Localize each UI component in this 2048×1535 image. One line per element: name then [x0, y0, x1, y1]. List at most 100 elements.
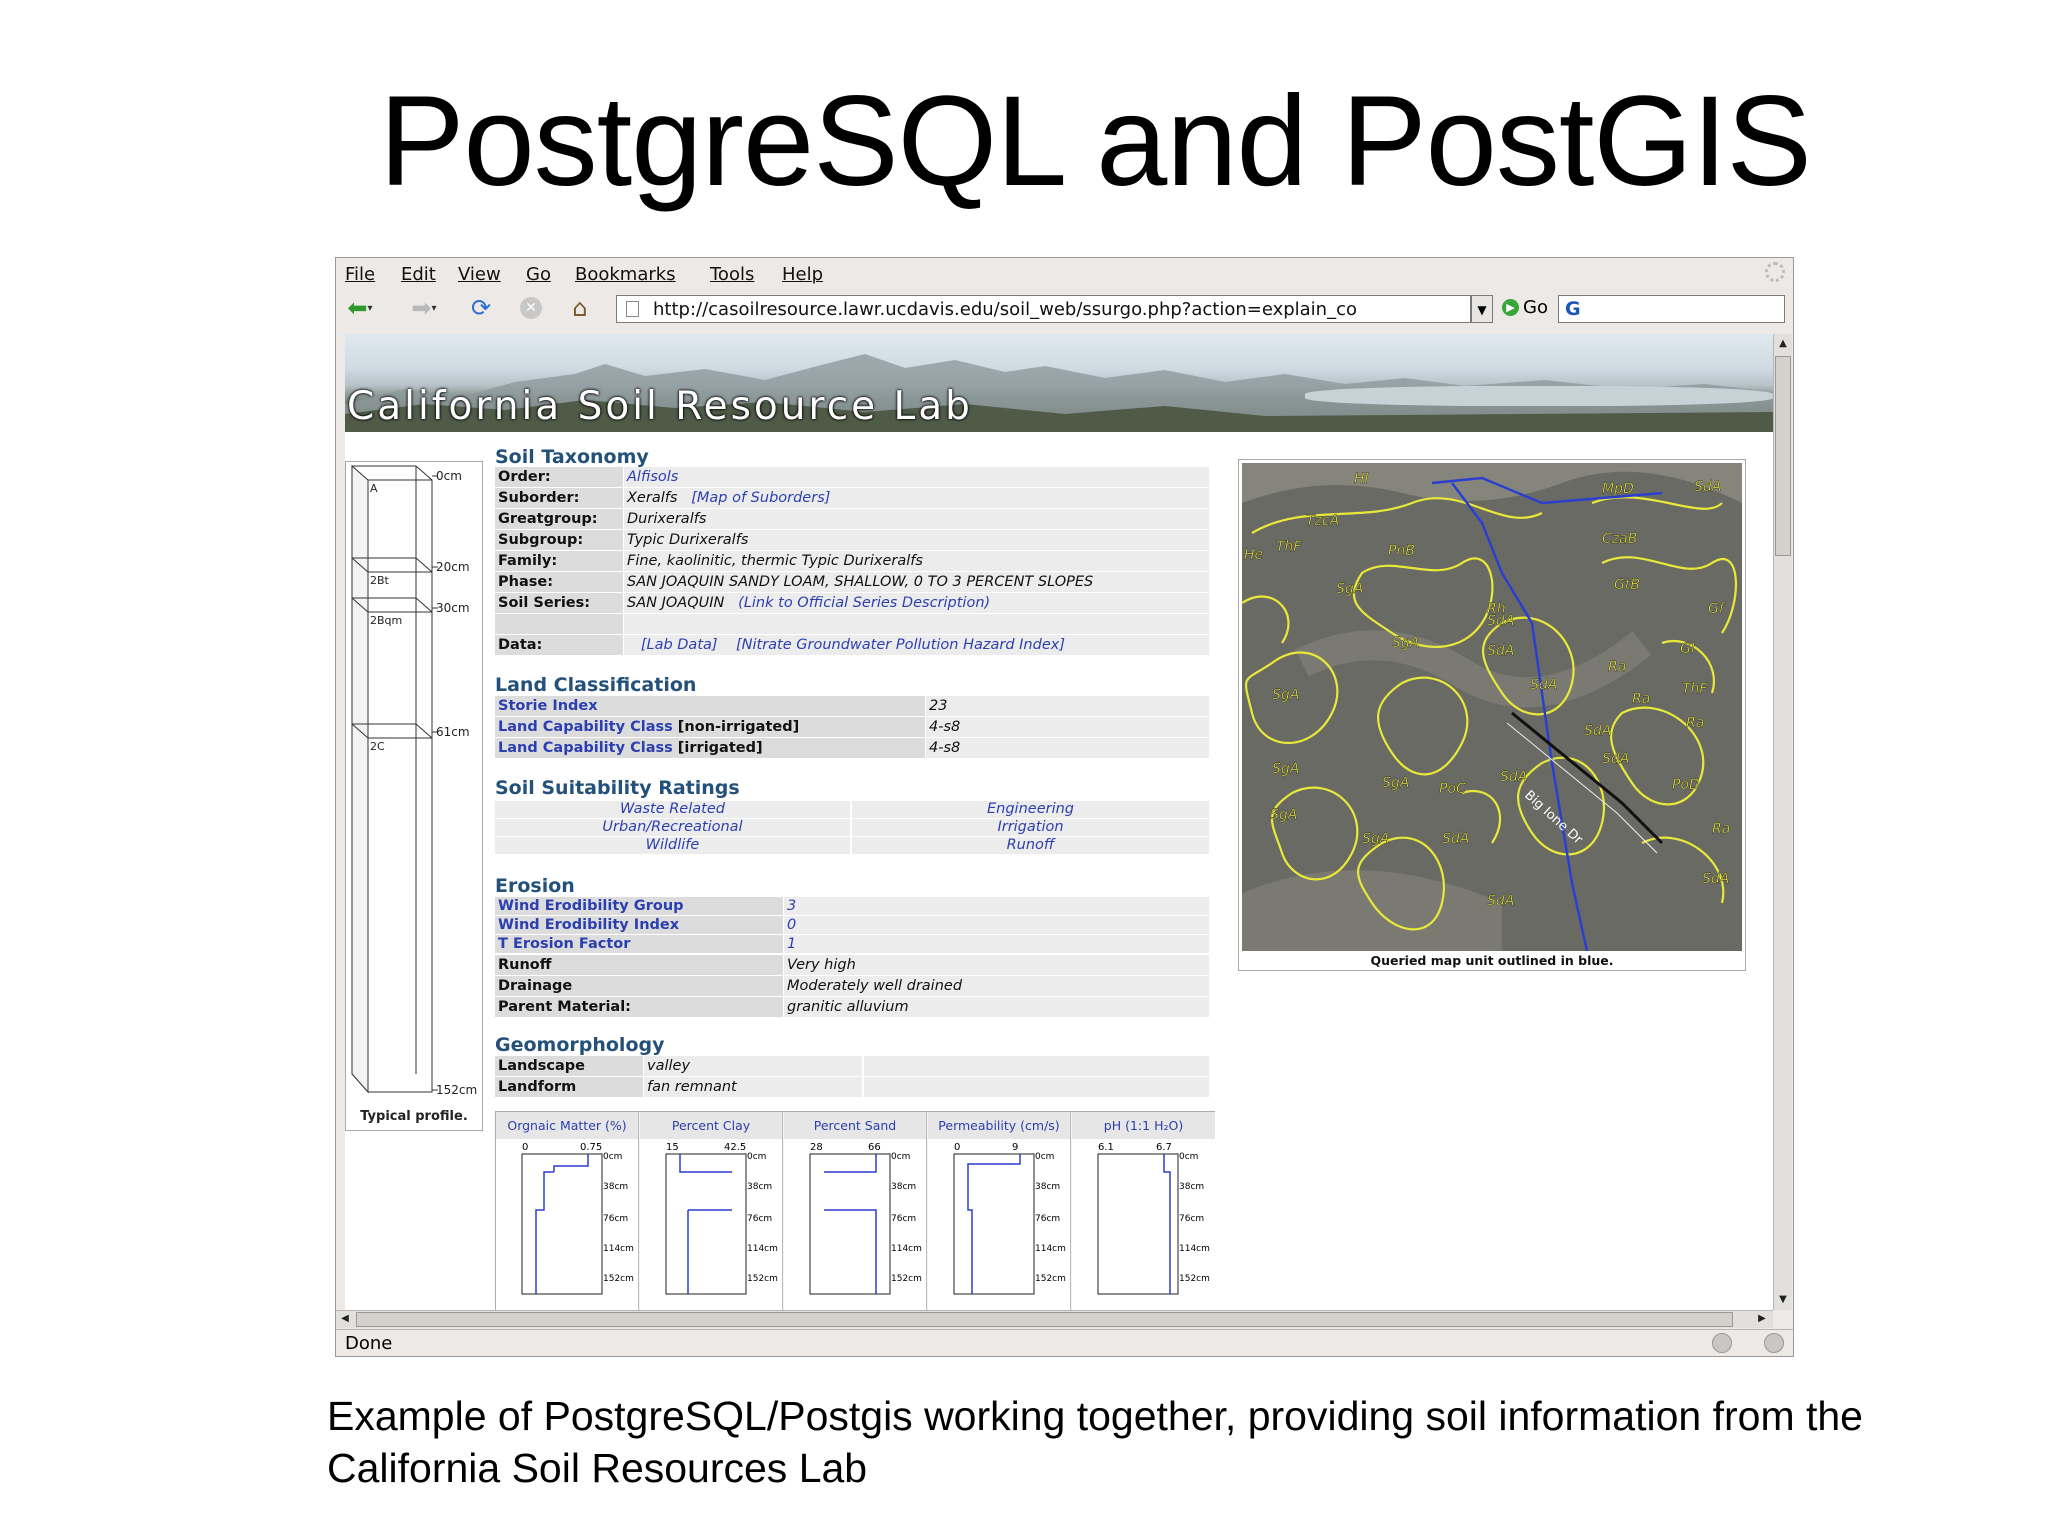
menu-edit[interactable]: Edit — [401, 264, 436, 285]
engineering-link[interactable]: Engineering — [852, 801, 1209, 818]
weg-value-link[interactable]: 3 — [784, 897, 1209, 915]
menu-file[interactable]: File — [345, 264, 375, 285]
map-unit-label: PnB — [1388, 543, 1415, 559]
map-of-suborders-link[interactable]: [Map of Suborders] — [691, 490, 830, 506]
depth-tick: 38cm — [1035, 1182, 1061, 1192]
search-input[interactable]: G — [1558, 295, 1785, 323]
svg-text:SgA: SgA — [1272, 761, 1299, 777]
horizon-label: 2Bt — [370, 574, 389, 587]
forward-button[interactable]: ➡ ▾ — [406, 294, 442, 322]
scroll-up-arrow-icon[interactable]: ▲ — [1775, 336, 1791, 352]
waste-related-link[interactable]: Waste Related — [495, 801, 850, 818]
menu-tools[interactable]: Tools — [710, 264, 754, 285]
scroll-down-arrow-icon[interactable]: ▼ — [1775, 1292, 1791, 1308]
empty-cell — [864, 1056, 1209, 1076]
map-unit-label: Ra — [1608, 659, 1626, 675]
stop-icon: ✕ — [520, 297, 542, 319]
graph-percent-sand[interactable]: Percent Sand 28 66 0cm 38cm 76cm 114cm 1… — [784, 1112, 927, 1310]
depth-tick: 152cm — [1035, 1274, 1066, 1284]
value: Typic Durixeralfs — [624, 530, 1209, 550]
depth-tick: 0cm — [747, 1152, 767, 1162]
home-button[interactable]: ⌂ — [564, 294, 596, 322]
irrigation-link[interactable]: Irrigation — [852, 819, 1209, 836]
vertical-scroll-thumb[interactable] — [1775, 356, 1791, 556]
lab-data-link[interactable]: [Lab Data] — [641, 637, 718, 653]
runoff-link[interactable]: Runoff — [852, 837, 1209, 854]
soil-map-image[interactable]: HI MpD SdA TzcA ThF PnB CzaB He SgA GtB … — [1242, 463, 1742, 951]
empty-cell — [864, 1077, 1209, 1097]
page-content: California Soil Resource Lab 0cm 20cm 30… — [345, 334, 1773, 1310]
lcc-link[interactable]: Land Capability Class — [498, 719, 673, 735]
series-value: SAN JOAQUIN (Link to Official Series Des… — [624, 593, 1209, 613]
stop-button[interactable]: ✕ — [516, 294, 546, 322]
slide-title: PostgreSQL and PostGIS — [379, 70, 1812, 213]
lcc-suffix: [irrigated] — [672, 740, 763, 756]
menu-go[interactable]: Go — [526, 264, 551, 285]
t-factor-link[interactable]: T Erosion Factor — [495, 935, 783, 953]
menu-bookmarks[interactable]: Bookmarks — [575, 264, 676, 285]
connection-status-icon — [1712, 1333, 1732, 1353]
depth-tick: 152cm — [1179, 1274, 1210, 1284]
depth-tick: 152cm — [891, 1274, 922, 1284]
go-button[interactable]: ▶ Go — [1502, 297, 1548, 318]
menu-view[interactable]: View — [458, 264, 501, 285]
url-dropdown-button[interactable]: ▼ — [1471, 295, 1493, 323]
heading-land-classification: Land Classification — [495, 674, 697, 696]
scroll-right-arrow-icon[interactable]: ▶ — [1754, 1311, 1770, 1327]
official-series-link[interactable]: (Link to Official Series Description) — [738, 595, 990, 611]
go-arrow-icon: ▶ — [1502, 299, 1519, 316]
label: Drainage — [495, 976, 783, 996]
wildlife-link[interactable]: Wildlife — [495, 837, 850, 854]
depth-label: 20cm — [436, 560, 470, 574]
storie-index-link[interactable]: Storie Index — [495, 696, 925, 716]
wei-value-link[interactable]: 0 — [784, 916, 1209, 934]
svg-text:Ra: Ra — [1686, 715, 1704, 731]
graph-ph[interactable]: pH (1:1 H₂O) 6.1 6.7 0cm 38cm 76cm 114cm… — [1072, 1112, 1215, 1310]
horizon-label: A — [370, 482, 378, 495]
soil-profile-panel: 0cm 20cm 30cm 61cm 152cm A 2Bt 2Bqm 2C T… — [345, 461, 483, 1131]
label: Parent Material: — [495, 997, 783, 1017]
url-bar[interactable]: http://casoilresource.lawr.ucdavis.edu/s… — [616, 295, 1471, 323]
depth-label: 152cm — [436, 1083, 478, 1097]
horizontal-scrollbar[interactable]: ◀ ▶ — [336, 1310, 1773, 1328]
depth-tick: 38cm — [603, 1182, 629, 1192]
scroll-left-arrow-icon[interactable]: ◀ — [337, 1311, 353, 1327]
graph-percent-clay[interactable]: Percent Clay 15 42.5 0cm 38cm 76cm 114cm… — [640, 1112, 783, 1310]
svg-text:SdA: SdA — [1602, 751, 1629, 767]
depth-tick: 76cm — [1179, 1214, 1205, 1224]
vertical-scrollbar[interactable]: ▲ ▼ — [1773, 334, 1792, 1310]
svg-text:Ra: Ra — [1712, 821, 1730, 837]
depth-tick: 0cm — [603, 1152, 623, 1162]
svg-text:SdA: SdA — [1584, 723, 1611, 739]
menu-help[interactable]: Help — [782, 264, 823, 285]
lcc-suffix: [non-irrigated] — [672, 719, 800, 735]
reload-button[interactable]: ⟳ — [466, 294, 496, 322]
value: 4-s8 — [926, 738, 1209, 758]
label: Landform — [495, 1077, 643, 1097]
map-unit-label: SdA — [1694, 479, 1721, 495]
t-factor-value-link[interactable]: 1 — [784, 935, 1209, 953]
graph-permeability[interactable]: Permeability (cm/s) 0 9 0cm 38cm 76cm 11… — [928, 1112, 1071, 1310]
url-text: http://casoilresource.lawr.ucdavis.edu/s… — [653, 299, 1358, 320]
label: Runoff — [495, 955, 783, 975]
back-button[interactable]: ⬅ ▾ — [342, 294, 378, 322]
data-links: [Lab Data] [Nitrate Groundwater Pollutio… — [624, 635, 1209, 655]
graph-organic-matter[interactable]: Orgnaic Matter (%) 0 0.75 0cm 38cm 76cm … — [496, 1112, 639, 1310]
lcc-link[interactable]: Land Capability Class — [498, 740, 673, 756]
urban-recreational-link[interactable]: Urban/Recreational — [495, 819, 850, 836]
wei-link[interactable]: Wind Erodibility Index — [495, 916, 783, 934]
nitrate-hazard-link[interactable]: [Nitrate Groundwater Pollution Hazard In… — [736, 637, 1065, 653]
label: Suborder: — [495, 488, 623, 508]
label: Landscape — [495, 1056, 643, 1076]
depth-tick: 152cm — [747, 1274, 778, 1284]
horizontal-scroll-thumb[interactable] — [356, 1312, 1733, 1327]
value: granitic alluvium — [784, 997, 1209, 1017]
banner-image: California Soil Resource Lab — [345, 334, 1773, 432]
weg-link[interactable]: Wind Erodibility Group — [495, 897, 783, 915]
label: Data: — [495, 635, 623, 655]
chevron-down-icon: ▼ — [1477, 303, 1487, 317]
order-link[interactable]: Alfisols — [624, 467, 1209, 487]
go-label: Go — [1523, 297, 1548, 318]
map-unit-label: MpD — [1602, 481, 1634, 497]
depth-label: 61cm — [436, 725, 470, 739]
